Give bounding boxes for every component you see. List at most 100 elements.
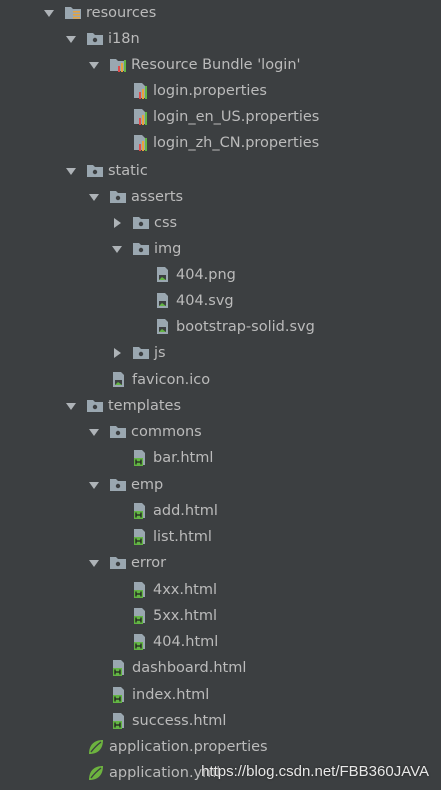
html-file-icon [110, 712, 128, 730]
folder-icon [86, 30, 104, 48]
resource-bundle-icon [109, 56, 127, 74]
tree-item-success-html[interactable]: success.html [0, 708, 441, 734]
tree-item-commons[interactable]: commons [0, 419, 441, 445]
tree-item-label: 5xx.html [153, 608, 218, 624]
chevron-right-icon[interactable] [110, 216, 124, 230]
folder-icon [109, 476, 127, 494]
html-file-icon [110, 659, 128, 677]
tree-item-label: 404.html [153, 634, 219, 650]
chevron-down-icon[interactable] [64, 32, 78, 46]
chevron-right-icon[interactable] [110, 346, 124, 360]
chevron-down-icon[interactable] [42, 6, 56, 20]
tree-item-404-png[interactable]: 404.png [0, 262, 441, 288]
folder-icon [132, 240, 150, 258]
html-file-icon [131, 607, 149, 625]
tree-item-application-properties[interactable]: application.properties [0, 734, 441, 760]
html-file-icon [110, 686, 128, 704]
tree-item-label: Resource Bundle 'login' [131, 57, 301, 73]
tree-item-add-html[interactable]: add.html [0, 498, 441, 524]
html-file-icon [131, 449, 149, 467]
tree-item-label: success.html [132, 713, 227, 729]
tree-item-404-html[interactable]: 404.html [0, 629, 441, 655]
tree-item-favicon-ico[interactable]: favicon.ico [0, 367, 441, 393]
tree-item-label: 404.png [176, 267, 236, 283]
spring-leaf-icon [87, 738, 105, 756]
html-file-icon [131, 528, 149, 546]
html-file-icon [131, 502, 149, 520]
tree-item-login-zh-cn-properties[interactable]: login_zh_CN.properties [0, 130, 441, 156]
tree-item-i18n[interactable]: i18n [0, 26, 441, 52]
chevron-down-icon[interactable] [87, 556, 101, 570]
tree-item-label: login_zh_CN.properties [153, 135, 320, 151]
tree-item-label: add.html [153, 503, 218, 519]
tree-item-label: emp [131, 477, 164, 493]
chevron-down-icon[interactable] [64, 164, 78, 178]
chevron-down-icon[interactable] [87, 58, 101, 72]
tree-item-label: favicon.ico [132, 372, 211, 388]
image-file-icon [154, 266, 172, 284]
tree-item-5xx-html[interactable]: 5xx.html [0, 603, 441, 629]
tree-item-resource-bundle-login[interactable]: Resource Bundle 'login' [0, 52, 441, 78]
properties-file-icon [131, 108, 149, 126]
html-file-icon [131, 581, 149, 599]
tree-item-label: img [154, 241, 182, 257]
tree-item-label: css [154, 215, 178, 231]
tree-item-login-properties[interactable]: login.properties [0, 78, 441, 104]
chevron-down-icon[interactable] [110, 242, 124, 256]
tree-item-dashboard-html[interactable]: dashboard.html [0, 655, 441, 681]
tree-item-label: index.html [132, 687, 210, 703]
image-file-icon [154, 292, 172, 310]
watermark-url: https://blog.csdn.net/FBB360JAVA [201, 763, 429, 780]
folder-icon [109, 188, 127, 206]
tree-item-label: bootstrap-solid.svg [176, 319, 315, 335]
spring-leaf-icon [87, 764, 105, 782]
tree-item-static[interactable]: static [0, 158, 441, 184]
tree-item-bootstrap-solid-svg[interactable]: bootstrap-solid.svg [0, 314, 441, 340]
tree-item-label: 404.svg [176, 293, 234, 309]
tree-item-list-html[interactable]: list.html [0, 524, 441, 550]
chevron-down-icon[interactable] [64, 399, 78, 413]
folder-icon [132, 214, 150, 232]
tree-item-label: 4xx.html [153, 582, 218, 598]
folder-icon [86, 397, 104, 415]
tree-item-error[interactable]: error [0, 550, 441, 576]
tree-item-asserts[interactable]: asserts [0, 184, 441, 210]
tree-item-css[interactable]: css [0, 210, 441, 236]
folder-icon [109, 423, 127, 441]
tree-item-label: js [154, 345, 166, 361]
tree-item-label: login_en_US.properties [153, 109, 320, 125]
folder-icon [109, 554, 127, 572]
tree-item-label: templates [108, 398, 182, 414]
tree-item-bar-html[interactable]: bar.html [0, 445, 441, 471]
resources-folder-icon [64, 4, 82, 22]
tree-item-js[interactable]: js [0, 340, 441, 366]
chevron-down-icon[interactable] [87, 425, 101, 439]
tree-item-login-en-us-properties[interactable]: login_en_US.properties [0, 104, 441, 130]
tree-item-label: resources [86, 5, 157, 21]
tree-item-label: application.properties [109, 739, 268, 755]
tree-item-emp[interactable]: emp [0, 472, 441, 498]
image-file-icon [154, 318, 172, 336]
folder-icon [86, 162, 104, 180]
tree-item-resources[interactable]: resources [0, 0, 441, 26]
html-file-icon [131, 633, 149, 651]
tree-item-label: list.html [153, 529, 212, 545]
chevron-down-icon[interactable] [87, 190, 101, 204]
tree-item-index-html[interactable]: index.html [0, 682, 441, 708]
tree-item-label: login.properties [153, 83, 267, 99]
tree-item-label: bar.html [153, 450, 214, 466]
tree-item-404-svg[interactable]: 404.svg [0, 288, 441, 314]
tree-item-label: dashboard.html [132, 660, 247, 676]
chevron-down-icon[interactable] [87, 478, 101, 492]
tree-item-label: i18n [108, 31, 140, 47]
properties-file-icon [131, 134, 149, 152]
tree-item-4xx-html[interactable]: 4xx.html [0, 577, 441, 603]
image-file-icon [110, 371, 128, 389]
tree-item-label: commons [131, 424, 202, 440]
properties-file-icon [131, 82, 149, 100]
tree-item-label: static [108, 163, 148, 179]
tree-item-img[interactable]: img [0, 236, 441, 262]
tree-item-templates[interactable]: templates [0, 393, 441, 419]
project-tree: resources i18n Resource Bundle 'login' l… [0, 0, 441, 790]
tree-item-label: error [131, 555, 167, 571]
